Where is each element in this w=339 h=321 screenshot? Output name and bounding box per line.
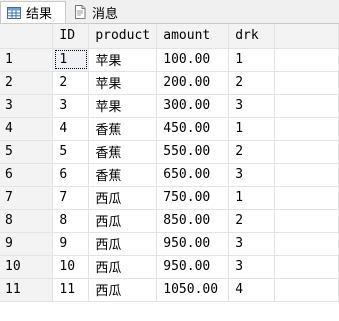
corner-cell[interactable] bbox=[0, 24, 54, 49]
cell-amount[interactable]: 450.00 bbox=[156, 117, 230, 141]
empty-cell-filler bbox=[274, 186, 339, 210]
table-row[interactable]: 10 10 西瓜 950.00 3 bbox=[0, 255, 339, 279]
row-number[interactable]: 4 bbox=[0, 117, 54, 141]
results-grid[interactable]: ID product amount drk 1 1 苹果 100.00 1 2 2 苹果 200… bbox=[0, 24, 339, 321]
row-number[interactable]: 3 bbox=[0, 94, 54, 118]
row-number[interactable]: 6 bbox=[0, 163, 54, 187]
cell-drk[interactable]: 3 bbox=[228, 255, 276, 279]
column-header-drk[interactable]: drk bbox=[228, 24, 276, 49]
cell-id[interactable]: 8 bbox=[52, 209, 90, 233]
cell-drk[interactable]: 2 bbox=[228, 71, 276, 95]
column-header-product[interactable]: product bbox=[88, 24, 158, 49]
empty-cell-filler bbox=[274, 117, 339, 141]
grid-icon bbox=[6, 5, 22, 21]
cell-product[interactable]: 苹果 bbox=[88, 94, 158, 118]
results-tabbar: 结果 消息 bbox=[0, 0, 339, 24]
cell-product[interactable]: 香蕉 bbox=[88, 117, 158, 141]
row-number[interactable]: 1 bbox=[0, 48, 54, 72]
header-row: ID product amount drk bbox=[0, 24, 339, 49]
tab-results-label: 结果 bbox=[26, 7, 53, 22]
cell-amount[interactable]: 650.00 bbox=[156, 163, 230, 187]
cell-id[interactable]: 3 bbox=[52, 94, 90, 118]
cell-product[interactable]: 西瓜 bbox=[88, 209, 158, 233]
cell-amount[interactable]: 750.00 bbox=[156, 186, 230, 210]
cell-product[interactable]: 香蕉 bbox=[88, 140, 158, 164]
cell-drk[interactable]: 3 bbox=[228, 232, 276, 256]
cell-drk[interactable]: 4 bbox=[228, 278, 276, 302]
cell-id[interactable]: 4 bbox=[52, 117, 90, 141]
cell-amount[interactable]: 950.00 bbox=[156, 255, 230, 279]
cell-drk[interactable]: 1 bbox=[228, 48, 276, 72]
cell-product[interactable]: 西瓜 bbox=[88, 278, 158, 302]
cell-amount[interactable]: 1050.00 bbox=[156, 278, 230, 302]
cell-amount[interactable]: 850.00 bbox=[156, 209, 230, 233]
row-number[interactable]: 11 bbox=[0, 278, 54, 302]
cell-id[interactable]: 11 bbox=[52, 278, 90, 302]
row-number[interactable]: 8 bbox=[0, 209, 54, 233]
row-number[interactable]: 9 bbox=[0, 232, 54, 256]
empty-cell-filler bbox=[274, 94, 339, 118]
cell-amount[interactable]: 200.00 bbox=[156, 71, 230, 95]
tab-messages-label: 消息 bbox=[92, 6, 119, 22]
column-header-amount[interactable]: amount bbox=[156, 24, 230, 49]
row-number[interactable]: 7 bbox=[0, 186, 54, 210]
empty-cell-filler bbox=[274, 140, 339, 164]
cell-drk[interactable]: 3 bbox=[228, 94, 276, 118]
empty-cell-filler bbox=[274, 209, 339, 233]
cell-id[interactable]: 2 bbox=[52, 71, 90, 95]
empty-cell-filler bbox=[274, 163, 339, 187]
row-number[interactable]: 5 bbox=[0, 140, 54, 164]
empty-cell-filler bbox=[274, 255, 339, 279]
cell-product[interactable]: 香蕉 bbox=[88, 163, 158, 187]
row-number[interactable]: 2 bbox=[0, 71, 54, 95]
empty-cell-filler bbox=[274, 278, 339, 302]
table-row[interactable]: 7 7 西瓜 750.00 1 bbox=[0, 186, 339, 210]
cell-drk[interactable]: 1 bbox=[228, 117, 276, 141]
empty-cell-filler bbox=[274, 232, 339, 256]
table-row[interactable]: 11 11 西瓜 1050.00 4 bbox=[0, 278, 339, 302]
cell-id[interactable]: 9 bbox=[52, 232, 90, 256]
tab-messages[interactable]: 消息 bbox=[68, 1, 134, 23]
cell-amount[interactable]: 550.00 bbox=[156, 140, 230, 164]
cell-id[interactable]: 1 bbox=[52, 48, 90, 72]
empty-cell-filler bbox=[274, 48, 339, 72]
cell-drk[interactable]: 2 bbox=[228, 209, 276, 233]
empty-header-filler bbox=[274, 24, 339, 49]
cell-drk[interactable]: 2 bbox=[228, 140, 276, 164]
cell-id[interactable]: 5 bbox=[52, 140, 90, 164]
cell-product[interactable]: 西瓜 bbox=[88, 232, 158, 256]
table-row[interactable]: 9 9 西瓜 950.00 3 bbox=[0, 232, 339, 256]
cell-drk[interactable]: 3 bbox=[228, 163, 276, 187]
table-row[interactable]: 5 5 香蕉 550.00 2 bbox=[0, 140, 339, 164]
cell-product[interactable]: 西瓜 bbox=[88, 255, 158, 279]
cell-id[interactable]: 10 bbox=[52, 255, 90, 279]
table-row[interactable]: 2 2 苹果 200.00 2 bbox=[0, 71, 339, 95]
cell-amount[interactable]: 300.00 bbox=[156, 94, 230, 118]
cell-product[interactable]: 西瓜 bbox=[88, 186, 158, 210]
row-number[interactable]: 10 bbox=[0, 255, 54, 279]
cell-amount[interactable]: 950.00 bbox=[156, 232, 230, 256]
message-icon bbox=[72, 4, 88, 20]
cell-amount[interactable]: 100.00 bbox=[156, 48, 230, 72]
cell-product[interactable]: 苹果 bbox=[88, 71, 158, 95]
table-row[interactable]: 4 4 香蕉 450.00 1 bbox=[0, 117, 339, 141]
table-row[interactable]: 8 8 西瓜 850.00 2 bbox=[0, 209, 339, 233]
cell-drk[interactable]: 1 bbox=[228, 186, 276, 210]
empty-cell-filler bbox=[274, 71, 339, 95]
column-header-id[interactable]: ID bbox=[52, 24, 90, 49]
cell-product[interactable]: 苹果 bbox=[88, 48, 158, 72]
tab-results[interactable]: 结果 bbox=[0, 1, 66, 23]
cell-id[interactable]: 7 bbox=[52, 186, 90, 210]
cell-id[interactable]: 6 bbox=[52, 163, 90, 187]
table-row[interactable]: 3 3 苹果 300.00 3 bbox=[0, 94, 339, 118]
table-row[interactable]: 6 6 香蕉 650.00 3 bbox=[0, 163, 339, 187]
table-row[interactable]: 1 1 苹果 100.00 1 bbox=[0, 48, 339, 72]
